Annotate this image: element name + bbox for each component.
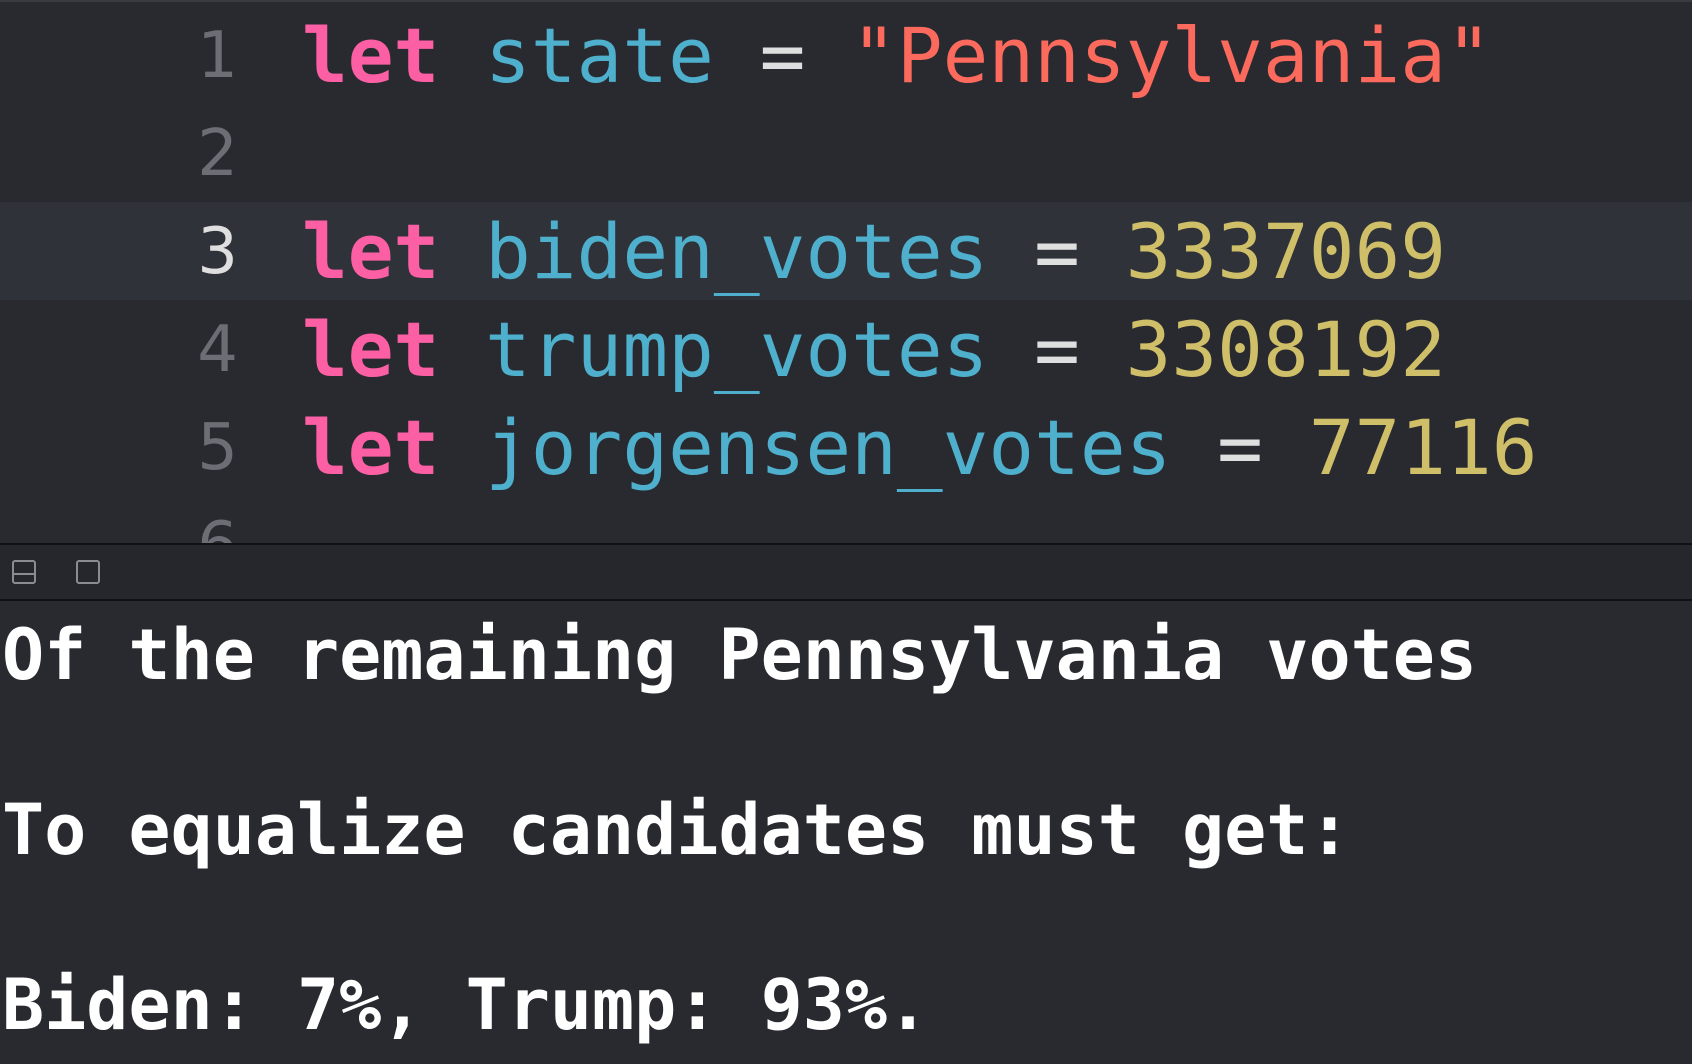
- identifier: biden_votes: [485, 207, 989, 296]
- keyword: let: [302, 207, 440, 296]
- operator: =: [1217, 403, 1263, 492]
- code-line[interactable]: 5 let jorgensen_votes = 77116: [0, 398, 1692, 496]
- line-number: 5: [197, 411, 238, 485]
- number-literal: 3337069: [1125, 207, 1446, 296]
- line-number: 4: [197, 313, 238, 387]
- code-text: let jorgensen_votes = 77116: [302, 408, 1537, 488]
- code-line[interactable]: 1 let state = "Pennsylvania": [0, 6, 1692, 104]
- line-number: 2: [197, 117, 238, 191]
- identifier: state: [485, 11, 714, 100]
- code-line-current[interactable]: 3 let biden_votes = 3337069: [0, 202, 1692, 300]
- number-literal: 3308192: [1125, 305, 1446, 394]
- console-output: Of the remaining Pennsylvania votes To e…: [0, 601, 1692, 1064]
- keyword: let: [302, 305, 440, 394]
- keyword: let: [302, 11, 440, 100]
- debug-bar: [0, 543, 1692, 601]
- code-line[interactable]: 6: [0, 496, 1692, 543]
- number-literal: 77116: [1308, 403, 1538, 492]
- show-console-icon[interactable]: [76, 560, 100, 584]
- console-line: To equalize candidates must get:: [2, 789, 1351, 871]
- line-number: 1: [197, 19, 238, 93]
- identifier: jorgensen_votes: [485, 403, 1172, 492]
- code-text: let trump_votes = 3308192: [302, 310, 1446, 390]
- string-literal: "Pennsylvania": [851, 11, 1492, 100]
- operator: =: [759, 11, 806, 100]
- keyword: let: [302, 403, 440, 492]
- code-line[interactable]: 4 let trump_votes = 3308192: [0, 300, 1692, 398]
- code-editor[interactable]: 1 let state = "Pennsylvania" 2 3 let bid…: [0, 0, 1692, 543]
- code-text: let state = "Pennsylvania": [302, 16, 1492, 96]
- operator: =: [1034, 305, 1080, 394]
- hide-debug-area-icon[interactable]: [12, 560, 36, 584]
- identifier: trump_votes: [485, 305, 989, 394]
- code-line[interactable]: 2: [0, 104, 1692, 202]
- operator: =: [1034, 207, 1080, 296]
- code-text: let biden_votes = 3337069: [302, 212, 1446, 292]
- console-line: Biden: 7%, Trump: 93%.: [2, 964, 930, 1046]
- console-line: Of the remaining Pennsylvania votes: [2, 614, 1478, 696]
- line-number: 3: [197, 215, 238, 289]
- line-number: 6: [0, 506, 238, 543]
